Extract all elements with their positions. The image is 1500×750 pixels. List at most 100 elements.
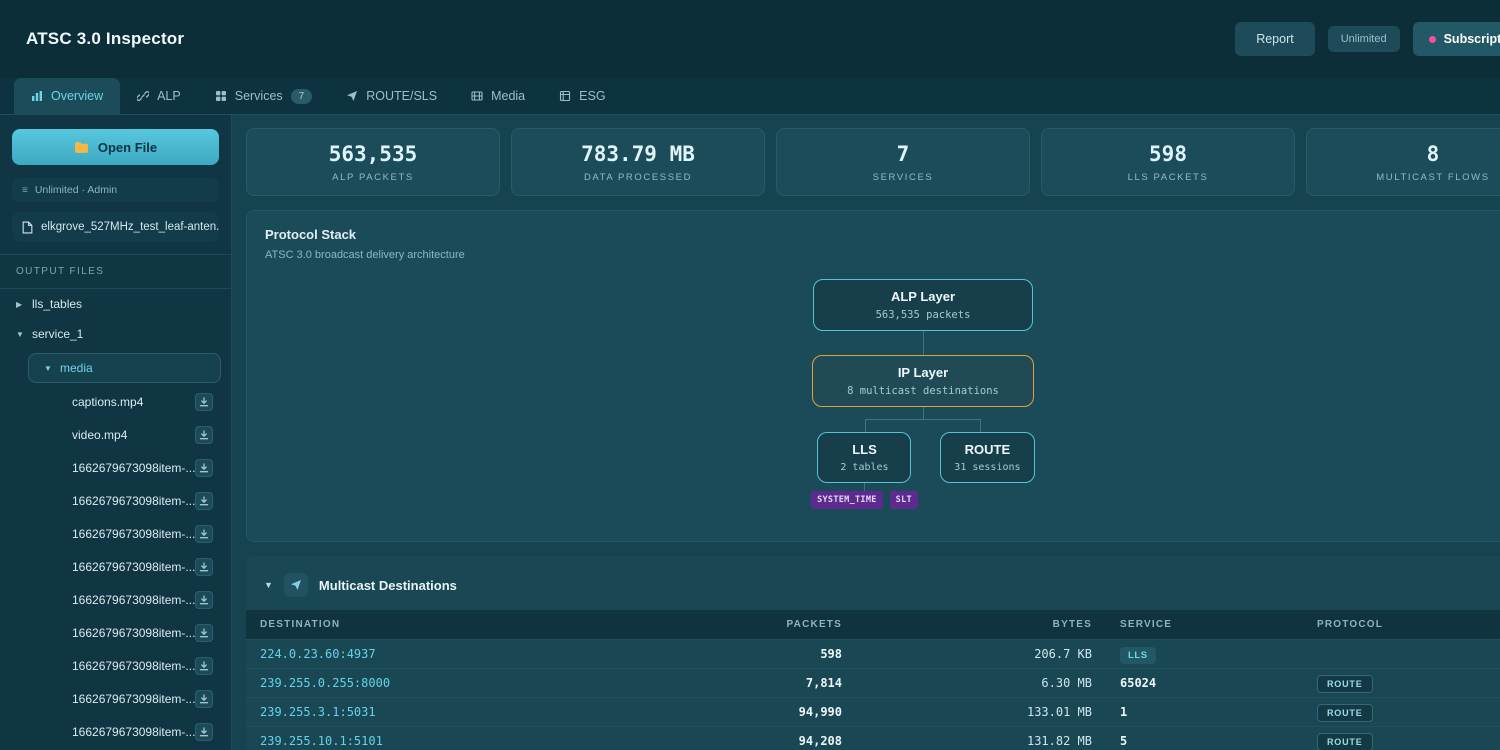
document-icon (22, 221, 33, 234)
grid-icon (215, 90, 227, 102)
protocol-diagram: ALP Layer 563,535 packets IP Layer 8 mul… (593, 279, 1253, 509)
plan-icon: ≡ (22, 184, 28, 196)
tab-label: Services (234, 89, 283, 103)
download-button[interactable] (195, 557, 213, 576)
file-row[interactable]: 1662679673098item-... (0, 682, 231, 715)
report-button[interactable]: Report (1235, 22, 1315, 56)
file-name: captions.mp4 (72, 394, 144, 409)
file-row[interactable]: 1662679673098item-... (0, 583, 231, 616)
node-lls[interactable]: LLS 2 tables (817, 432, 912, 483)
node-alp-layer[interactable]: ALP Layer 563,535 packets (813, 279, 1033, 331)
download-button[interactable] (195, 491, 213, 510)
protocol-stack-panel: Protocol Stack ATSC 3.0 broadcast delive… (246, 210, 1500, 542)
slt-badge[interactable]: SLT (889, 491, 918, 509)
file-name: 1662679673098item-... (72, 658, 195, 673)
table-row[interactable]: 239.255.10.1:5101 94,208 131.82 MB 5 ROUTE (246, 726, 1500, 750)
stat-card: 598 LLS PACKETS (1041, 128, 1295, 196)
caret-down-icon: ▼ (44, 363, 52, 373)
stat-label: DATA PROCESSED (583, 171, 693, 183)
file-name: 1662679673098item-... (72, 460, 195, 475)
multicast-header[interactable]: ▼ Multicast Destinations (246, 566, 1500, 610)
service-cell: 1 (1106, 697, 1303, 727)
node-title: ROUTE (964, 442, 1011, 457)
lls-branch: LLS 2 tables SYSTEM_TIME SLT (811, 432, 918, 509)
tab-esg[interactable]: ESG (542, 78, 622, 114)
tree-item-media[interactable]: ▼ media (28, 353, 221, 383)
column-header-protocol: PROTOCOL (1303, 610, 1500, 640)
download-button[interactable] (195, 458, 213, 477)
stat-card: 7 SERVICES (776, 128, 1030, 196)
file-row[interactable]: 1662679673098item-... (0, 517, 231, 550)
download-button[interactable] (195, 425, 213, 444)
file-name: 1662679673098item-... (72, 625, 195, 640)
node-ip-layer[interactable]: IP Layer 8 multicast destinations (812, 355, 1034, 407)
loaded-file-chip[interactable]: elkgrove_527MHz_test_leaf-anten... (12, 212, 219, 242)
node-route[interactable]: ROUTE 31 sessions (939, 432, 1035, 483)
bytes-cell: 131.82 MB (856, 726, 1106, 750)
file-row[interactable]: 1662679673098item-... (0, 484, 231, 517)
stats-row: 563,535 ALP PACKETS 783.79 MB DATA PROCESSE… (246, 128, 1500, 196)
tab-alp[interactable]: ALP (120, 78, 198, 114)
download-button[interactable] (195, 392, 213, 411)
tab-bar: Overview ALP Services 7 ROUTE/SLS Media ESG (0, 78, 1500, 115)
node-subtitle: 8 multicast destinations (847, 385, 999, 397)
protocol-badge: ROUTE (1317, 704, 1373, 722)
plan-text: Unlimited · Admin (34, 184, 118, 196)
subscription-button[interactable]: Subscription (1412, 22, 1500, 56)
tree-label: media (60, 361, 93, 375)
tab-label: ALP (157, 89, 181, 103)
file-list: captions.mp4 video.mp4 1662679673098item-.… (0, 385, 231, 748)
plan-badge: Unlimited (1327, 26, 1400, 52)
file-row[interactable]: 1662679673098item-... (0, 649, 231, 682)
tree-item-lls-tables[interactable]: ▶ lls_tables (0, 289, 231, 319)
multicast-table: DESTINATION PACKETS BYTES SERVICE PROTOCOL 2… (246, 610, 1500, 750)
status-dot-icon (1428, 35, 1436, 43)
broadcast-icon (283, 573, 308, 597)
file-row[interactable]: captions.mp4 (0, 385, 231, 418)
file-row[interactable]: 1662679673098item-... (0, 451, 231, 484)
lls-table-badges: SYSTEM_TIME SLT (811, 491, 918, 509)
output-files-label: OUTPUT FILES (0, 254, 231, 289)
connector-line (922, 407, 924, 419)
download-button[interactable] (195, 590, 213, 609)
subscription-label: Subscription (1443, 32, 1500, 46)
tab-label: ESG (579, 89, 606, 103)
file-row[interactable]: 1662679673098item-... (0, 616, 231, 649)
stat-value: 7 (896, 141, 910, 166)
download-button[interactable] (195, 689, 213, 708)
tab-services[interactable]: Services 7 (198, 78, 330, 114)
open-file-button[interactable]: Open File (12, 129, 219, 165)
download-button[interactable] (195, 656, 213, 675)
stat-label: ALP PACKETS (332, 171, 414, 183)
file-name: 1662679673098item-... (72, 526, 195, 541)
bytes-cell: 6.30 MB (856, 668, 1106, 698)
diagram-children: LLS 2 tables SYSTEM_TIME SLT ROUTE 31 se… (811, 432, 1035, 509)
node-title: ALP Layer (890, 289, 956, 304)
table-header-row: DESTINATION PACKETS BYTES SERVICE PROTOCOL (246, 610, 1500, 640)
system-time-badge[interactable]: SYSTEM_TIME (811, 491, 883, 509)
tab-media[interactable]: Media (454, 78, 542, 114)
file-row[interactable]: 1662679673098item-... (0, 715, 231, 748)
protocol-badge: ROUTE (1317, 733, 1373, 750)
protocol-cell: ROUTE (1303, 668, 1500, 698)
service-cell: LLS (1106, 639, 1303, 669)
stat-value: 783.79 MB (581, 141, 695, 166)
stat-label: MULTICAST FLOWS (1376, 171, 1490, 183)
download-button[interactable] (195, 524, 213, 543)
table-row[interactable]: 239.255.0.255:8000 7,814 6.30 MB 65024 ROUTE (246, 668, 1500, 698)
caret-down-icon[interactable]: ▼ (264, 580, 273, 590)
table-row[interactable]: 239.255.3.1:5031 94,990 133.01 MB 1 ROUTE (246, 697, 1500, 727)
download-button[interactable] (195, 722, 213, 741)
stat-card: 783.79 MB DATA PROCESSED (511, 128, 765, 196)
tree-item-service-1[interactable]: ▼ service_1 (0, 319, 231, 349)
link-icon (137, 90, 150, 102)
tab-overview[interactable]: Overview (14, 78, 121, 114)
stat-card: 563,535 ALP PACKETS (246, 128, 500, 196)
download-button[interactable] (195, 623, 213, 642)
file-row[interactable]: 1662679673098item-... (0, 550, 231, 583)
column-header-bytes: BYTES (856, 610, 1106, 640)
file-row[interactable]: video.mp4 (0, 418, 231, 451)
table-row[interactable]: 224.0.23.60:4937 598 206.7 KB LLS (246, 639, 1500, 669)
tab-route-sls[interactable]: ROUTE/SLS (329, 78, 454, 114)
service-cell: 65024 (1106, 668, 1303, 698)
